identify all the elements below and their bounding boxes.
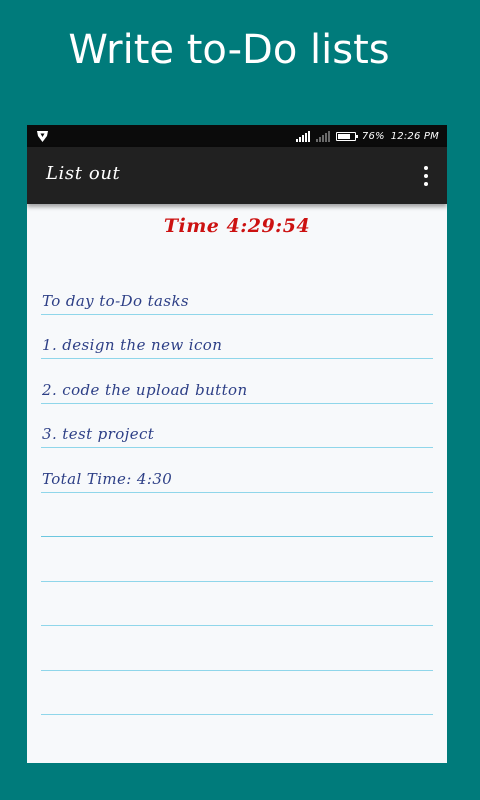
note-line[interactable]: Total Time: 4:30 <box>41 448 433 493</box>
battery-fill <box>337 133 350 139</box>
note-text: 1. design the new icon <box>42 336 223 354</box>
more-vert-icon[interactable] <box>419 164 433 188</box>
note-line[interactable]: 2. code the upload button <box>41 359 433 404</box>
note-line[interactable]: 1. design the new icon <box>41 315 433 359</box>
note-line[interactable] <box>41 626 433 671</box>
note-text: 2. code the upload button <box>42 380 248 399</box>
menu-dot <box>424 182 428 186</box>
app-title: List out <box>46 163 121 184</box>
note-line[interactable] <box>41 671 433 715</box>
note-text: Total Time: 4:30 <box>42 469 173 488</box>
note-text: 3. test project <box>42 425 155 443</box>
status-right-group: 76% 12:26 PM <box>295 125 439 147</box>
battery-percent: 76% <box>361 130 385 142</box>
notification-shield-icon <box>37 131 48 142</box>
note-line[interactable] <box>41 582 433 626</box>
app-bar: List out <box>27 147 447 204</box>
phone-screen: 76% 12:26 PM List out Time 4:29:54 To da… <box>27 125 447 763</box>
note-text: To day to-Do tasks <box>42 291 190 310</box>
status-bar: 76% 12:26 PM <box>27 125 447 147</box>
note-line[interactable]: To day to-Do tasks <box>41 270 433 315</box>
notes-list[interactable]: To day to-Do tasks 1. design the new ico… <box>41 270 433 715</box>
cell-signal-secondary-icon <box>315 130 330 142</box>
cell-signal-icon <box>295 130 310 142</box>
note-line[interactable]: 3. test project <box>41 404 433 448</box>
note-line[interactable] <box>41 493 433 537</box>
status-time: 12:26 PM <box>390 130 439 142</box>
menu-dot <box>424 166 428 170</box>
note-line[interactable] <box>41 537 433 582</box>
elapsed-timer: Time 4:29:54 <box>163 215 311 237</box>
promo-title: Write to-Do lists <box>68 27 390 73</box>
menu-dot <box>424 174 428 178</box>
battery-icon <box>335 131 358 141</box>
